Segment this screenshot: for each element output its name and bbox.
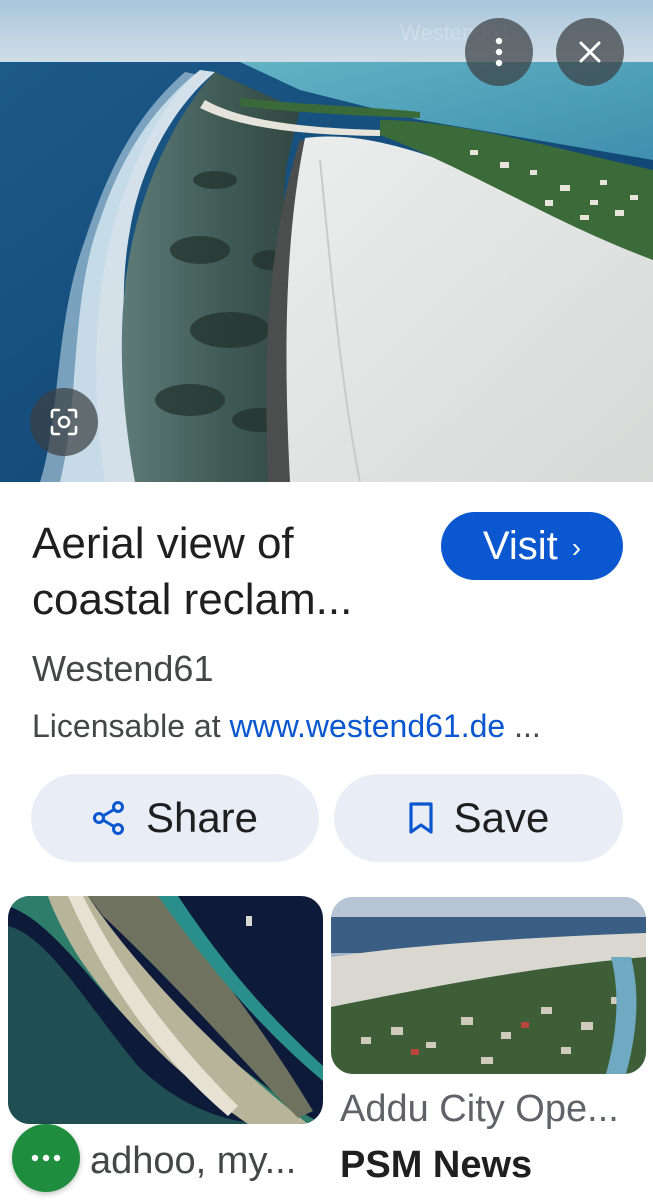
related-caption-1[interactable]: adhoo, my...	[90, 1140, 296, 1183]
result-source: Westend61	[32, 648, 214, 689]
visit-label: Visit	[482, 523, 558, 568]
floating-action-button[interactable]	[12, 1124, 80, 1192]
result-title[interactable]: Aerial view of coastal reclam...	[32, 516, 432, 628]
license-suffix: ...	[505, 708, 541, 744]
more-vert-icon	[495, 37, 503, 67]
bookmark-icon	[409, 802, 433, 834]
related-image-1[interactable]	[8, 896, 323, 1124]
close-icon	[579, 41, 601, 63]
satellite-photo	[8, 896, 323, 1124]
share-button[interactable]: Share	[31, 774, 319, 862]
visit-button[interactable]: Visit ›	[441, 512, 623, 580]
lens-search-button[interactable]	[30, 388, 98, 456]
chevron-right-icon: ›	[571, 532, 582, 563]
license-line: Licensable at www.westend61.de ...	[32, 708, 541, 745]
share-icon	[92, 801, 124, 835]
license-link[interactable]: www.westend61.de	[229, 708, 505, 744]
license-prefix: Licensable at	[32, 708, 230, 744]
more-horiz-icon	[31, 1154, 61, 1162]
lens-icon	[50, 408, 78, 436]
aerial-town-photo	[331, 897, 646, 1074]
related-source-2: PSM News	[340, 1144, 533, 1186]
save-button[interactable]: Save	[334, 774, 623, 862]
share-label: Share	[145, 794, 259, 841]
more-options-button[interactable]	[465, 18, 533, 86]
save-label: Save	[453, 794, 550, 841]
close-button[interactable]	[556, 18, 624, 86]
aerial-photo: Westend61	[0, 0, 653, 482]
related-caption-2[interactable]: Addu City Ope...	[340, 1088, 619, 1131]
hero-image[interactable]: Westend61	[0, 0, 653, 482]
related-image-2[interactable]	[331, 897, 646, 1074]
